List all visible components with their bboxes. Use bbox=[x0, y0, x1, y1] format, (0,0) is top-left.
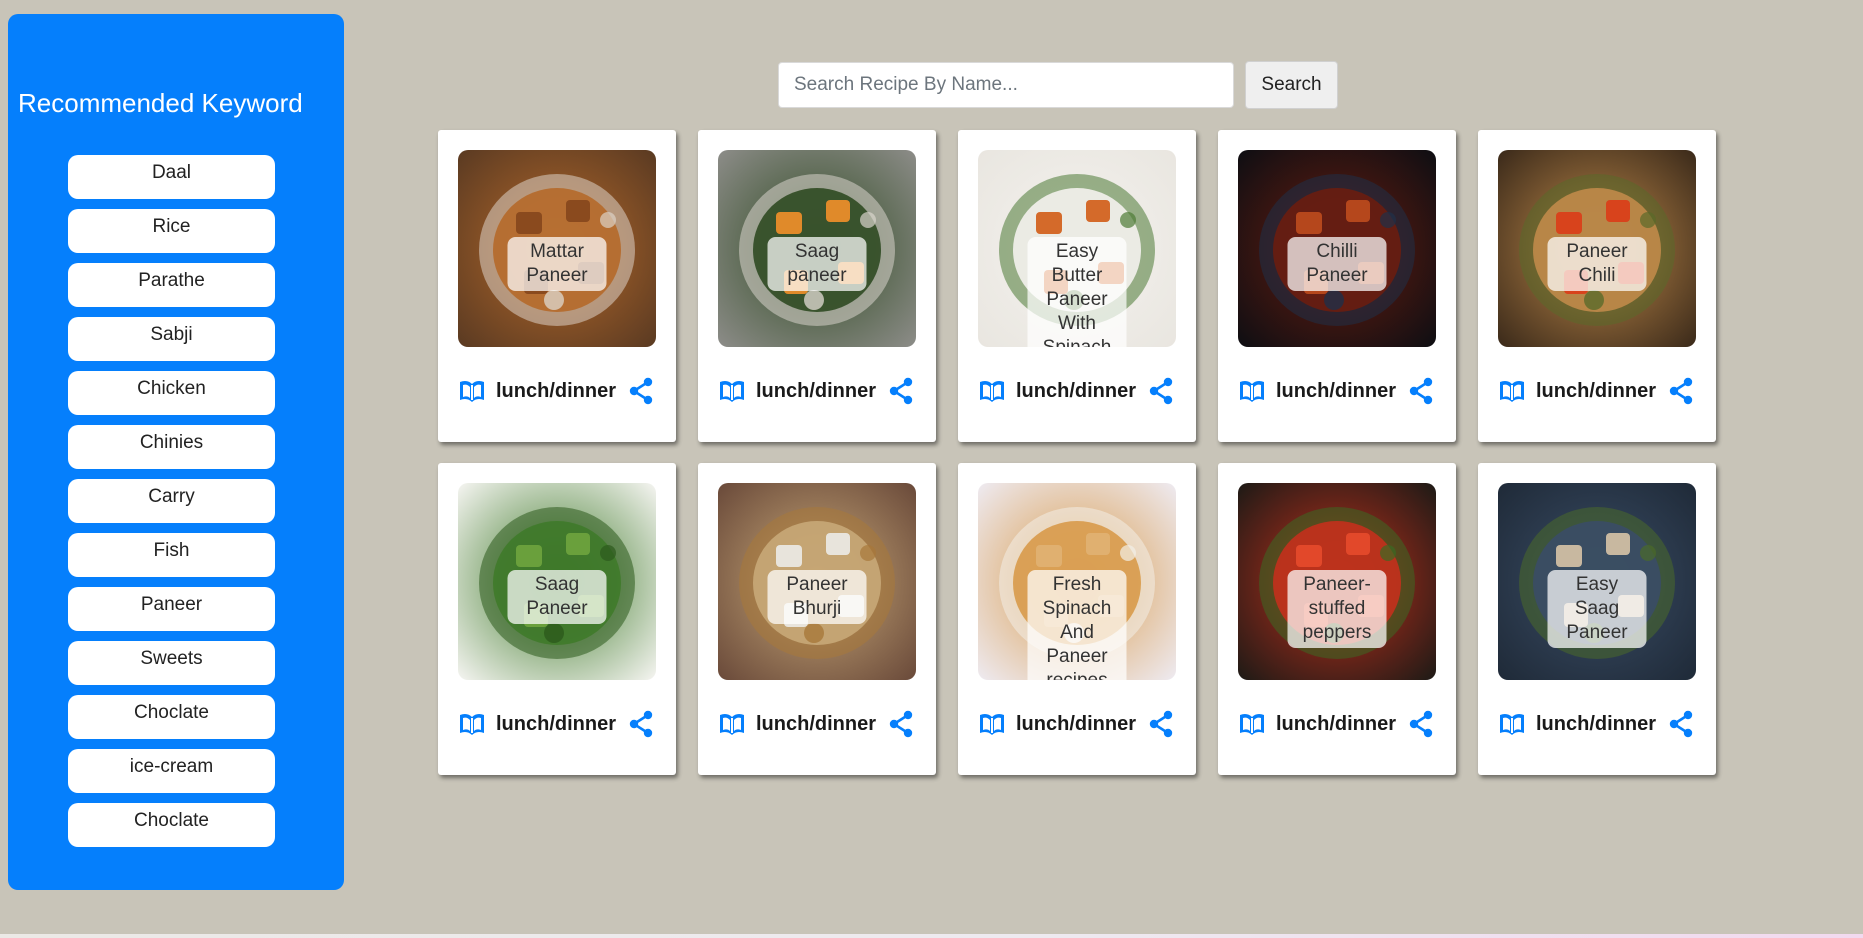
share-icon[interactable] bbox=[1408, 377, 1434, 405]
meal-category-label: lunch/dinner bbox=[1276, 712, 1396, 735]
recipe-card-footer: lunch/dinner bbox=[458, 708, 656, 740]
share-icon[interactable] bbox=[628, 377, 654, 405]
recipe-title: Paneer Chili bbox=[1547, 237, 1647, 291]
recipe-title: Easy Butter Paneer With Spinach Recipe bbox=[1027, 237, 1127, 347]
recipe-card-footer: lunch/dinner bbox=[1238, 708, 1436, 740]
recipe-card[interactable]: Paneer Chili lunch/dinner bbox=[1478, 130, 1716, 442]
recipe-card-footer: lunch/dinner bbox=[1498, 375, 1696, 407]
recipe-title: Mattar Paneer bbox=[507, 237, 607, 291]
recipe-thumbnail[interactable]: Fresh Spinach And Paneer recipes bbox=[978, 483, 1176, 680]
recipe-card[interactable]: Saag Paneer lunch/dinner bbox=[438, 463, 676, 775]
recipe-card[interactable]: Mattar Paneer lunch/dinner bbox=[438, 130, 676, 442]
meal-category-label: lunch/dinner bbox=[496, 712, 616, 735]
book-open-icon bbox=[1498, 378, 1526, 404]
book-open-icon bbox=[1498, 711, 1526, 737]
recipe-thumbnail[interactable]: Paneer Bhurji bbox=[718, 483, 916, 680]
recipe-title: Easy Saag Paneer bbox=[1547, 570, 1647, 648]
recipe-title: Chilli Paneer bbox=[1287, 237, 1387, 291]
recipe-thumbnail[interactable]: Paneer Chili bbox=[1498, 150, 1696, 347]
recipe-thumbnail[interactable]: Chilli Paneer bbox=[1238, 150, 1436, 347]
recipe-title: Saag Paneer bbox=[507, 570, 607, 624]
meal-category-label: lunch/dinner bbox=[1016, 712, 1136, 735]
recipe-card[interactable]: Chilli Paneer lunch/dinner bbox=[1218, 130, 1456, 442]
recipe-card-footer: lunch/dinner bbox=[1498, 708, 1696, 740]
page-background: Recommended Keyword Daal Rice Parathe Sabji… bbox=[0, 0, 1863, 934]
share-icon[interactable] bbox=[888, 377, 914, 405]
recipe-thumbnail[interactable]: Mattar Paneer bbox=[458, 150, 656, 347]
recipe-card-footer: lunch/dinner bbox=[718, 708, 916, 740]
share-icon[interactable] bbox=[1668, 377, 1694, 405]
share-icon[interactable] bbox=[1408, 710, 1434, 738]
recipe-grid: Mattar Paneer lunch/dinner Saag paneer lunc… bbox=[0, 0, 1863, 934]
recipe-card-footer: lunch/dinner bbox=[718, 375, 916, 407]
recipe-thumbnail[interactable]: Saag paneer bbox=[718, 150, 916, 347]
recipe-card[interactable]: Easy Saag Paneer lunch/dinner bbox=[1478, 463, 1716, 775]
recipe-thumbnail[interactable]: Paneer-stuffed peppers bbox=[1238, 483, 1436, 680]
recipe-thumbnail[interactable]: Saag Paneer bbox=[458, 483, 656, 680]
meal-category-label: lunch/dinner bbox=[496, 379, 616, 402]
recipe-card-footer: lunch/dinner bbox=[458, 375, 656, 407]
recipe-thumbnail[interactable]: Easy Butter Paneer With Spinach Recipe bbox=[978, 150, 1176, 347]
book-open-icon bbox=[458, 378, 486, 404]
recipe-thumbnail[interactable]: Easy Saag Paneer bbox=[1498, 483, 1696, 680]
book-open-icon bbox=[978, 711, 1006, 737]
share-icon[interactable] bbox=[1668, 710, 1694, 738]
meal-category-label: lunch/dinner bbox=[1536, 379, 1656, 402]
recipe-card[interactable]: Paneer-stuffed peppers lunch/dinner bbox=[1218, 463, 1456, 775]
recipe-title: Paneer Bhurji bbox=[767, 570, 867, 624]
recipe-card-footer: lunch/dinner bbox=[978, 375, 1176, 407]
recipe-title: Fresh Spinach And Paneer recipes bbox=[1027, 570, 1127, 680]
share-icon[interactable] bbox=[1148, 377, 1174, 405]
recipe-card[interactable]: Paneer Bhurji lunch/dinner bbox=[698, 463, 936, 775]
recipe-title: Paneer-stuffed peppers bbox=[1287, 570, 1387, 648]
book-open-icon bbox=[1238, 711, 1266, 737]
book-open-icon bbox=[1238, 378, 1266, 404]
meal-category-label: lunch/dinner bbox=[756, 712, 876, 735]
meal-category-label: lunch/dinner bbox=[1276, 379, 1396, 402]
recipe-card-footer: lunch/dinner bbox=[1238, 375, 1436, 407]
book-open-icon bbox=[718, 711, 746, 737]
meal-category-label: lunch/dinner bbox=[756, 379, 876, 402]
meal-category-label: lunch/dinner bbox=[1016, 379, 1136, 402]
recipe-title: Saag paneer bbox=[767, 237, 867, 291]
book-open-icon bbox=[718, 378, 746, 404]
recipe-card[interactable]: Fresh Spinach And Paneer recipes lunch/di… bbox=[958, 463, 1196, 775]
book-open-icon bbox=[978, 378, 1006, 404]
share-icon[interactable] bbox=[628, 710, 654, 738]
bottom-strip bbox=[0, 934, 1863, 938]
recipe-card-footer: lunch/dinner bbox=[978, 708, 1176, 740]
recipe-card[interactable]: Saag paneer lunch/dinner bbox=[698, 130, 936, 442]
share-icon[interactable] bbox=[888, 710, 914, 738]
recipe-card[interactable]: Easy Butter Paneer With Spinach Recipe lu… bbox=[958, 130, 1196, 442]
share-icon[interactable] bbox=[1148, 710, 1174, 738]
meal-category-label: lunch/dinner bbox=[1536, 712, 1656, 735]
book-open-icon bbox=[458, 711, 486, 737]
